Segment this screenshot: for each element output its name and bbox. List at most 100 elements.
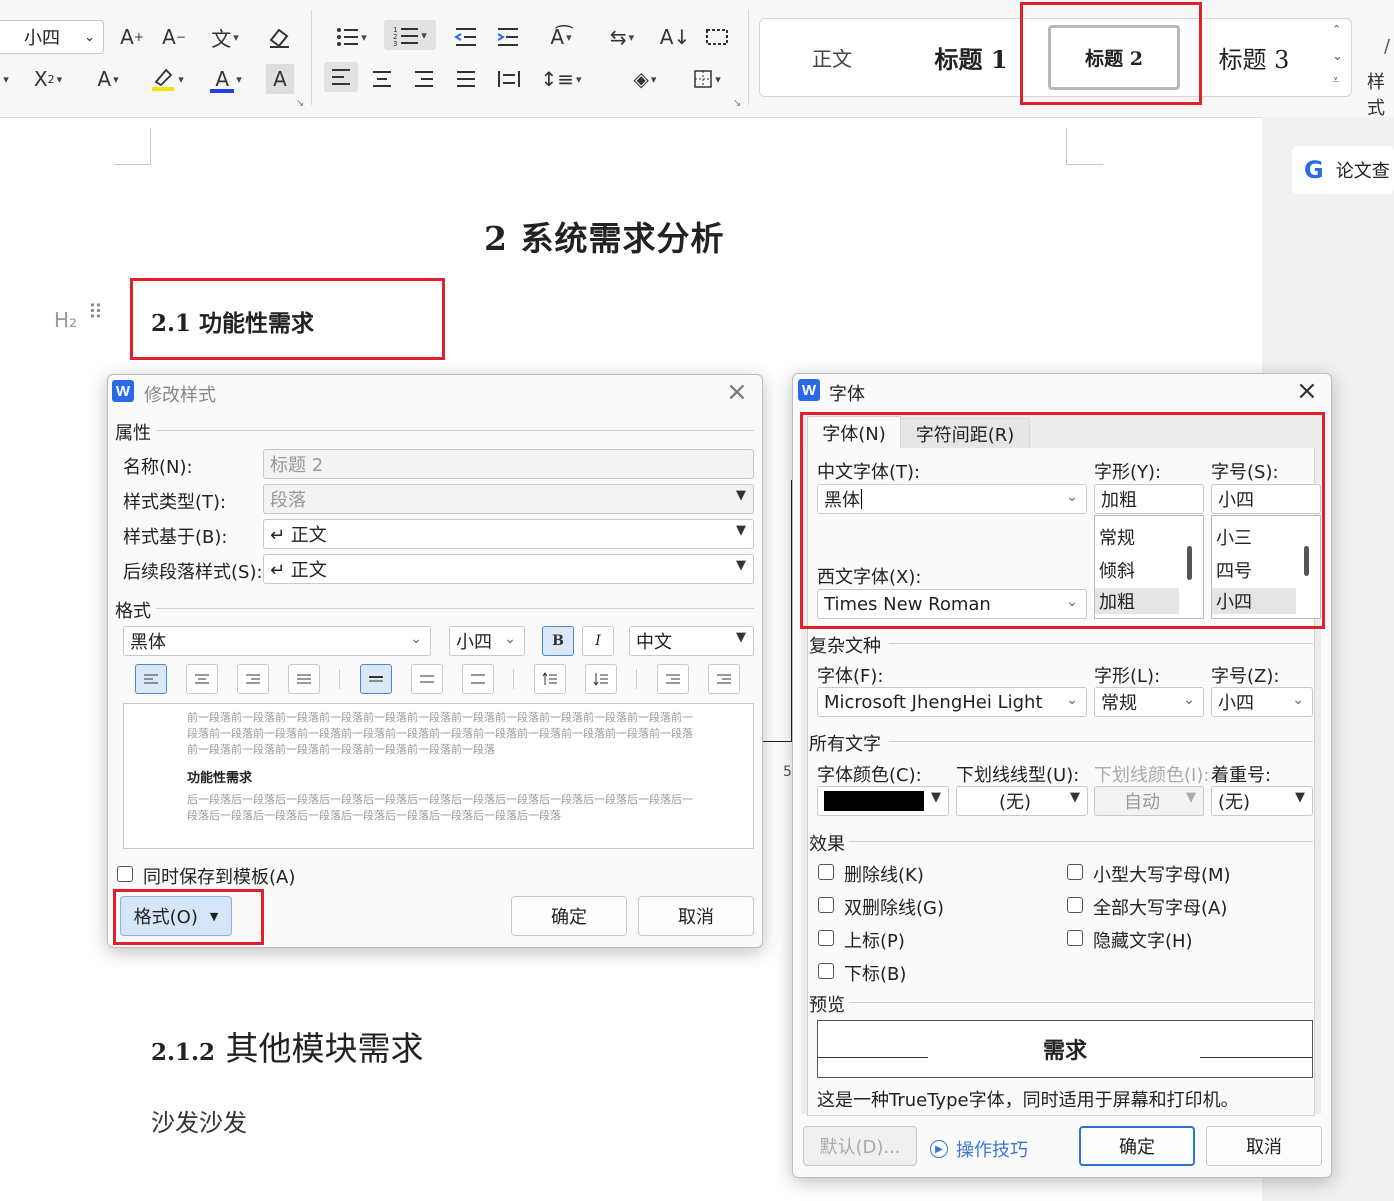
small-caps-checkbox[interactable] bbox=[1067, 864, 1083, 880]
based-on-select[interactable]: ↵ 正文 ▼ bbox=[263, 519, 754, 549]
divider bbox=[849, 1002, 1313, 1003]
default-button[interactable]: 默认(D)... bbox=[803, 1126, 917, 1166]
style-type-select[interactable]: 段落 ▼ bbox=[263, 484, 754, 514]
font-color-icon[interactable]: A ▾ bbox=[203, 64, 249, 94]
chapter-title[interactable]: 2 系统需求分析 bbox=[484, 212, 724, 260]
italic-toggle[interactable]: I bbox=[582, 626, 614, 656]
cx-font-select[interactable]: Microsoft JhengHei Light ⌄ bbox=[817, 687, 1087, 717]
save-template-checkbox[interactable] bbox=[117, 866, 133, 882]
section-complex-script: 复杂文种 bbox=[809, 636, 881, 657]
clear-format-icon[interactable] bbox=[264, 22, 294, 52]
shrink-font-icon[interactable]: A − bbox=[160, 22, 188, 52]
chevron-down-icon: ⌄ bbox=[1066, 692, 1078, 708]
hidden-text-checkbox[interactable] bbox=[1067, 930, 1083, 946]
section-all-text: 所有文字 bbox=[809, 734, 881, 755]
gallery-expand-icon[interactable]: ⩡ bbox=[1332, 73, 1339, 88]
styles-pane-label[interactable]: 样式 bbox=[1367, 68, 1394, 120]
tips-link[interactable]: ▶ 操作技巧 bbox=[930, 1136, 1028, 1162]
close-icon[interactable]: × bbox=[1296, 376, 1318, 406]
single-spacing-button[interactable] bbox=[360, 664, 392, 694]
align-center-button[interactable] bbox=[186, 664, 218, 694]
underline-style-select[interactable]: (无) ▼ bbox=[956, 786, 1088, 816]
paper-check-button[interactable]: G 论文查 bbox=[1292, 146, 1394, 194]
font-color-select[interactable]: ▼ bbox=[817, 786, 949, 816]
all-caps-checkbox[interactable] bbox=[1067, 897, 1083, 913]
cx-size-label: 字号(Z): bbox=[1211, 666, 1280, 687]
double-spacing-button[interactable] bbox=[462, 664, 494, 694]
font-cancel-button[interactable]: 取消 bbox=[1206, 1126, 1322, 1166]
decrease-indent-button[interactable] bbox=[657, 664, 689, 694]
bold-toggle[interactable]: B bbox=[542, 626, 574, 656]
font-ok-button[interactable]: 确定 bbox=[1079, 1126, 1195, 1166]
document-fragment-number: 5 bbox=[783, 764, 792, 780]
cx-style-select[interactable]: 常规 ⌄ bbox=[1094, 687, 1204, 717]
scroll-up-icon[interactable]: ⌃ bbox=[1332, 23, 1341, 36]
drag-handle-icon[interactable]: ⠿ bbox=[88, 302, 103, 322]
emphasis-select[interactable]: (无) ▼ bbox=[1211, 786, 1313, 816]
paragraph-group-launcher-icon[interactable]: ↘ bbox=[733, 98, 741, 109]
highlight-icon[interactable]: ▾ bbox=[144, 64, 190, 94]
next-style-select[interactable]: ↵ 正文 ▼ bbox=[263, 554, 754, 584]
onehalf-spacing-button[interactable] bbox=[411, 664, 443, 694]
divider bbox=[339, 669, 340, 689]
superscript-checkbox[interactable] bbox=[818, 930, 834, 946]
border-icon[interactable]: ▾ bbox=[684, 64, 730, 94]
background-diagram-fragment bbox=[762, 480, 792, 742]
divider bbox=[636, 669, 637, 689]
text-direction-icon[interactable]: A͡ ▾ bbox=[538, 22, 584, 52]
superscript-icon[interactable]: X 2 ▾ bbox=[26, 64, 70, 94]
justify-icon[interactable] bbox=[452, 64, 480, 94]
styles-pane-icon[interactable]: / bbox=[1384, 36, 1390, 57]
align-right-icon[interactable] bbox=[410, 64, 438, 94]
phonetic-guide-icon[interactable]: 文 ▾ bbox=[203, 22, 247, 52]
distribute-icon[interactable] bbox=[494, 64, 524, 94]
style-heading-1[interactable]: 标题 1 bbox=[920, 19, 1022, 96]
font-size-select[interactable]: 小四 ⌄ bbox=[0, 20, 104, 54]
underline-color-select[interactable]: 自动 ▼ bbox=[1094, 786, 1204, 816]
justify-button[interactable] bbox=[288, 664, 320, 694]
show-hide-icon[interactable] bbox=[702, 22, 732, 52]
close-icon[interactable]: × bbox=[726, 377, 748, 407]
cx-size-select[interactable]: 小四 ⌄ bbox=[1211, 687, 1313, 717]
grow-font-icon[interactable]: A + bbox=[118, 22, 146, 52]
format-font-select[interactable]: 黑体 ⌄ bbox=[123, 626, 431, 656]
sort-az-icon[interactable]: A↓ bbox=[660, 22, 690, 52]
subscript-checkbox[interactable] bbox=[818, 963, 834, 979]
modify-ok-button[interactable]: 确定 bbox=[511, 896, 627, 936]
page-corner-mark bbox=[1066, 128, 1103, 165]
font-group-launcher-icon[interactable]: ↘ bbox=[296, 98, 304, 109]
shading-icon[interactable]: ◈ ▾ bbox=[622, 64, 668, 94]
increase-indent-icon[interactable] bbox=[494, 22, 522, 52]
bullets-icon[interactable]: ▾ bbox=[328, 22, 374, 52]
double-strikethrough-checkbox[interactable] bbox=[818, 897, 834, 913]
space-after-button[interactable] bbox=[585, 664, 617, 694]
format-size-select[interactable]: 小四 ⌄ bbox=[449, 626, 525, 656]
align-left-button[interactable] bbox=[135, 664, 167, 694]
space-before-button[interactable] bbox=[534, 664, 566, 694]
numbering-icon[interactable]: 1 2 3 ▾ bbox=[384, 20, 436, 50]
sort-icon[interactable]: ⇆ ▾ bbox=[600, 22, 644, 52]
style-normal[interactable]: 正文 bbox=[780, 19, 884, 96]
style-heading-3[interactable]: 标题 3 bbox=[1200, 19, 1308, 96]
char-shading-icon[interactable]: A bbox=[266, 64, 294, 94]
divider bbox=[849, 841, 1313, 842]
chevron-down-icon: ⌄ bbox=[1183, 692, 1195, 708]
align-center-icon[interactable] bbox=[368, 64, 396, 94]
body-paragraph[interactable]: 沙发沙发 bbox=[151, 1103, 247, 1138]
language-select[interactable]: 中文 ▼ bbox=[629, 626, 754, 656]
name-field[interactable]: 标题 2 bbox=[263, 449, 754, 479]
align-right-button[interactable] bbox=[237, 664, 269, 694]
text-effects-icon[interactable]: A ▾ bbox=[86, 64, 130, 94]
heading-3[interactable]: 2.1.2 其他模块需求 bbox=[151, 1022, 424, 1070]
page-corner-mark bbox=[114, 128, 151, 165]
underline-caret-icon[interactable]: ▾ bbox=[0, 64, 10, 94]
line-spacing-icon[interactable]: ↕≡ ▾ bbox=[538, 64, 584, 94]
align-left-icon[interactable] bbox=[324, 62, 358, 92]
increase-indent-button[interactable] bbox=[708, 664, 740, 694]
scroll-down-icon[interactable]: ⌄ bbox=[1332, 49, 1343, 64]
name-label: 名称(N): bbox=[123, 457, 193, 478]
modify-cancel-button[interactable]: 取消 bbox=[638, 896, 754, 936]
section-properties: 属性 bbox=[115, 423, 151, 444]
decrease-indent-icon[interactable] bbox=[452, 22, 480, 52]
strikethrough-checkbox[interactable] bbox=[818, 864, 834, 880]
